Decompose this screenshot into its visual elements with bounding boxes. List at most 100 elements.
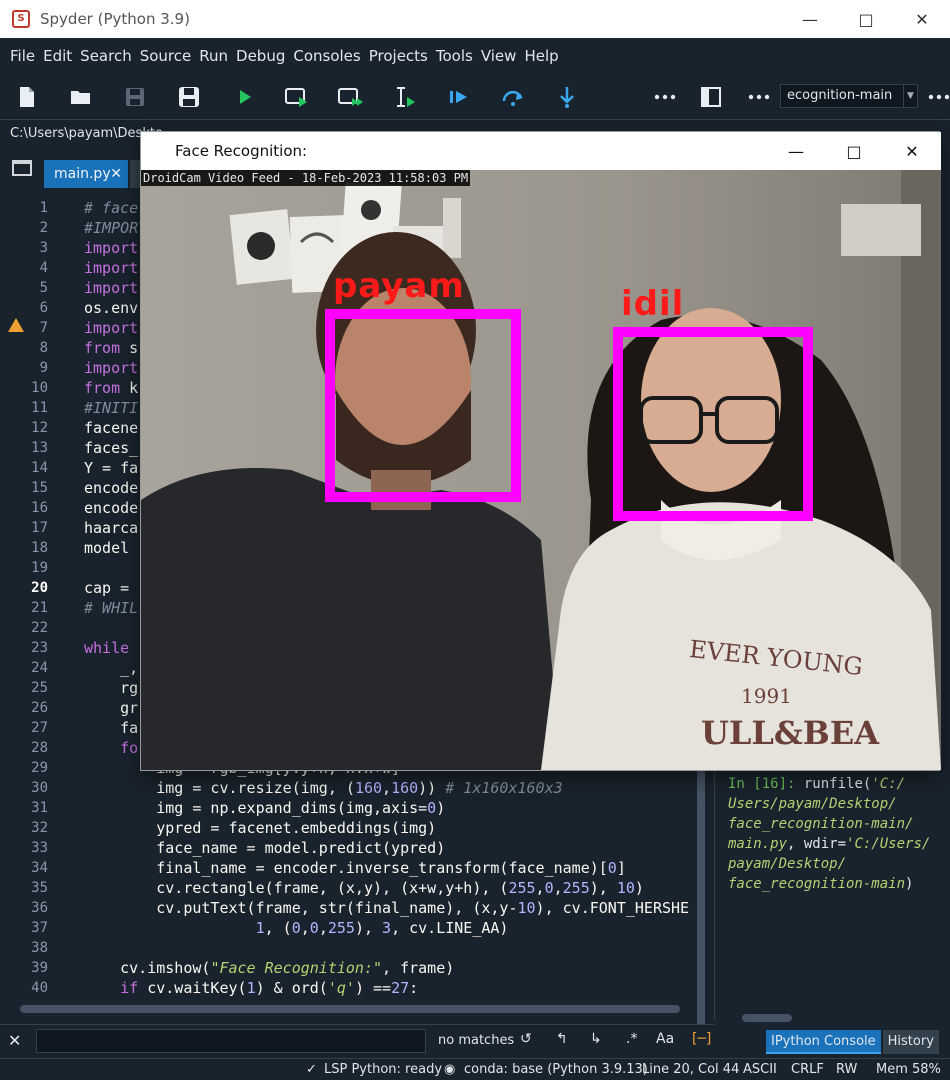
line-number: 3 (39, 240, 48, 256)
chevron-down-icon[interactable]: ▼ (903, 85, 917, 107)
lsp-status[interactable]: LSP Python: ready (324, 1062, 442, 1077)
scrollbar-thumb[interactable] (20, 1005, 680, 1013)
save-all-icon[interactable] (176, 84, 202, 110)
editor-horizontal-scrollbar[interactable] (10, 1002, 694, 1016)
run-cell-icon[interactable] (284, 84, 310, 110)
menu-run[interactable]: Run (195, 47, 232, 65)
case-sensitive-icon[interactable]: Aa (656, 1031, 674, 1047)
tab-ipython-console[interactable]: IPython Console (766, 1030, 881, 1054)
run-cell-advance-icon[interactable] (338, 84, 364, 110)
tab-history[interactable]: History (882, 1030, 939, 1054)
menu-projects[interactable]: Projects (365, 47, 432, 65)
code-line[interactable]: ypred = facenet.embeddings(img) (84, 818, 436, 838)
code-line[interactable]: from k (84, 378, 138, 398)
step-over-icon[interactable] (500, 84, 526, 110)
code-line[interactable]: #INITI (84, 398, 138, 418)
code-line[interactable]: encode (84, 498, 138, 518)
code-line[interactable]: model (84, 538, 138, 558)
code-line[interactable]: cv.rectangle(frame, (x,y), (x+w,y+h), (2… (84, 878, 644, 898)
maximize-pane-icon[interactable] (698, 84, 724, 110)
line-number: 1 (39, 200, 48, 216)
code-line[interactable]: rg (84, 678, 138, 698)
conda-status[interactable]: conda: base (Python 3.9.13) (464, 1062, 648, 1077)
code-line[interactable]: _, (84, 658, 138, 678)
code-line[interactable]: import (84, 278, 138, 298)
code-line[interactable]: final_name = encoder.inverse_transform(f… (84, 858, 626, 878)
code-line[interactable]: img = cv.resize(img, (160,160)) # 1x160x… (84, 778, 562, 798)
more-options-icon-3[interactable] (926, 84, 950, 110)
menu-edit[interactable]: Edit (39, 47, 76, 65)
debug-icon[interactable] (446, 84, 472, 110)
face-close-button[interactable]: ✕ (883, 132, 941, 170)
code-line[interactable]: fo (84, 738, 138, 758)
code-line[interactable]: # WHIL (84, 598, 138, 618)
code-line[interactable]: from s (84, 338, 138, 358)
code-line[interactable]: encode (84, 478, 138, 498)
regex-icon[interactable]: .* (626, 1031, 637, 1047)
code-line[interactable]: cv.imshow("Face Recognition:", frame) (84, 958, 454, 978)
code-line[interactable]: face_name = model.predict(ypred) (84, 838, 445, 858)
run-icon[interactable] (232, 84, 258, 110)
save-file-icon[interactable] (122, 84, 148, 110)
face-recognition-window[interactable]: Face Recognition: — □ ✕ DroidCam Video F… (140, 131, 941, 771)
new-file-icon[interactable] (14, 84, 40, 110)
line-number: 19 (31, 560, 48, 576)
menu-debug[interactable]: Debug (232, 47, 289, 65)
menu-search[interactable]: Search (76, 47, 136, 65)
code-line[interactable]: import (84, 238, 138, 258)
line-number: 22 (31, 620, 48, 636)
tab-main-py[interactable]: main.py ✕ (44, 160, 128, 188)
code-line[interactable]: while (84, 638, 138, 658)
face-maximize-button[interactable]: □ (825, 132, 883, 170)
menu-consoles[interactable]: Consoles (289, 47, 364, 65)
find-down-icon[interactable]: ↳ (590, 1031, 602, 1047)
code-line[interactable]: gr (84, 698, 138, 718)
code-line[interactable]: # face (84, 198, 138, 218)
more-options-icon[interactable] (652, 84, 678, 110)
code-line[interactable]: os.env (84, 298, 138, 318)
find-up-icon[interactable]: ↰ (556, 1031, 568, 1047)
more-options-icon-2[interactable] (746, 84, 772, 110)
browse-tabs-icon[interactable] (12, 160, 32, 176)
project-combo[interactable]: ecognition-main ▼ (780, 84, 918, 108)
maximize-button[interactable]: □ (838, 0, 894, 38)
open-file-icon[interactable] (68, 84, 94, 110)
close-tab-icon[interactable]: ✕ (110, 160, 122, 188)
code-line[interactable]: import (84, 358, 138, 378)
run-selection-icon[interactable] (392, 84, 418, 110)
whole-word-icon[interactable]: [─] (692, 1031, 711, 1047)
find-input[interactable] (36, 1029, 426, 1053)
minimize-button[interactable]: — (782, 0, 838, 38)
menu-view[interactable]: View (477, 47, 521, 65)
code-line[interactable]: img = np.expand_dims(img,axis=0) (84, 798, 445, 818)
code-line[interactable]: #IMPORT (84, 218, 147, 238)
menu-file[interactable]: File (6, 47, 39, 65)
step-into-icon[interactable] (554, 84, 580, 110)
code-line[interactable]: haarca (84, 518, 138, 538)
line-number: 39 (31, 960, 48, 976)
line-number: 2 (39, 220, 48, 236)
code-line[interactable]: fa (84, 718, 138, 738)
menu-help[interactable]: Help (520, 47, 562, 65)
menu-source[interactable]: Source (136, 47, 196, 65)
code-line[interactable]: import (84, 318, 138, 338)
warning-icon[interactable] (8, 318, 24, 332)
close-button[interactable]: ✕ (894, 0, 950, 38)
console-scrollbar[interactable] (742, 1012, 932, 1022)
face-minimize-button[interactable]: — (767, 132, 825, 170)
code-line[interactable]: cv.putText(frame, str(final_name), (x,y-… (84, 898, 689, 918)
code-line[interactable]: if cv.waitKey(1) & ord('q') ==27: (84, 978, 418, 998)
close-find-icon[interactable]: ✕ (8, 1031, 21, 1050)
code-line[interactable]: 1, (0,0,255), 3, cv.LINE_AA) (84, 918, 509, 938)
menu-tools[interactable]: Tools (432, 47, 477, 65)
code-line[interactable]: Y = fa (84, 458, 138, 478)
code-line[interactable]: import (84, 258, 138, 278)
code-line[interactable]: facene (84, 418, 138, 438)
scrollbar-thumb[interactable] (742, 1014, 792, 1022)
console-wdir: , wdir= (787, 836, 847, 852)
code-line[interactable]: cap = (84, 578, 138, 598)
ipython-console[interactable]: In [16]: runfile('C:/ Users/payam/Deskto… (722, 770, 940, 1020)
line-number: 13 (31, 440, 48, 456)
code-line[interactable]: faces_ (84, 438, 138, 458)
find-previous-icon[interactable]: ↺ (520, 1031, 532, 1047)
